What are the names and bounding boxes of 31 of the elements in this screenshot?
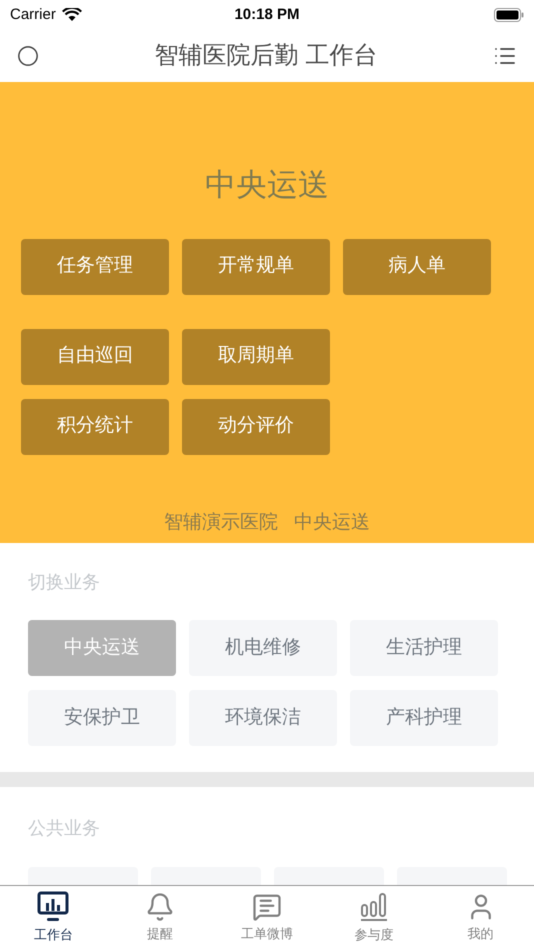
tab-bar-item[interactable]: 参与度 — [320, 886, 428, 950]
action-button[interactable]: 取周期单 — [182, 328, 330, 384]
section-heading: 切换业务 — [28, 571, 101, 594]
business-tab[interactable]: 生活护理 — [350, 620, 498, 676]
section-heading: 公共业务 — [28, 817, 101, 840]
banner-footer: 智辅演示医院 中央运送 — [164, 508, 370, 537]
circle-icon[interactable] — [17, 45, 39, 67]
action-button[interactable]: 开常规单 — [182, 238, 330, 294]
action-button[interactable]: 动分评价 — [182, 398, 330, 454]
tab-bar-item[interactable]: 工作台 — [0, 886, 107, 950]
banner-title: 中央运送 — [205, 166, 329, 204]
nav-title: 智辅医院后勤 工作台 — [154, 41, 378, 71]
chart-monitor-icon — [37, 891, 70, 924]
carrier-text: Carrier — [10, 4, 56, 25]
bell-icon — [145, 892, 176, 922]
chat-icon — [252, 892, 282, 922]
battery-icon — [494, 8, 524, 22]
tab-bar-item[interactable]: 提醒 — [106, 886, 214, 950]
business-tab[interactable]: 机电维修 — [189, 620, 337, 676]
business-tab[interactable]: 环境保洁 — [189, 690, 337, 746]
action-button[interactable]: 病人单 — [343, 238, 491, 294]
action-button[interactable]: 自由巡回 — [21, 328, 169, 384]
business-tab[interactable]: 安保护卫 — [28, 690, 176, 746]
action-button[interactable]: 积分统计 — [21, 398, 169, 454]
tab-bar-item[interactable]: 我的 — [427, 886, 534, 950]
business-tab[interactable]: 产科护理 — [350, 690, 498, 746]
business-tab[interactable]: 中央运送 — [28, 620, 176, 676]
action-button[interactable]: 任务管理 — [21, 238, 169, 294]
wifi-icon — [62, 8, 82, 22]
clock-text: 10:18 PM — [234, 4, 300, 25]
tab-bar-item[interactable]: 工单微博 — [214, 886, 320, 950]
